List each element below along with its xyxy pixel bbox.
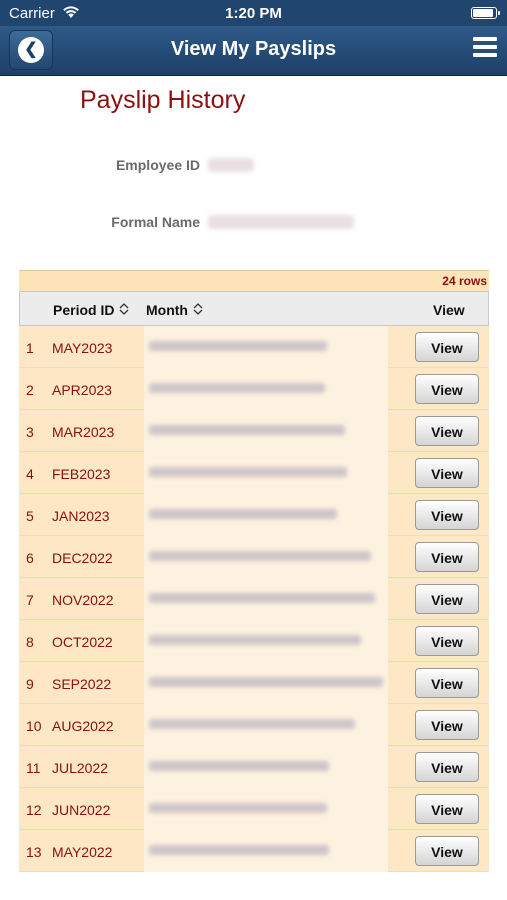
period-id-header[interactable]: Period ID xyxy=(53,302,130,318)
month-cell xyxy=(144,326,388,368)
payslip-grid: 24 rows Period ID Month View 1 MAY2023 Vie… xyxy=(19,270,489,872)
table-row: 7 NOV2022 View xyxy=(19,578,489,620)
view-button[interactable]: View xyxy=(415,332,479,362)
month-cell xyxy=(144,620,388,662)
row-number: 10 xyxy=(26,718,42,734)
period-id-cell: FEB2023 xyxy=(52,466,111,482)
status-bar: Carrier 1:20 PM xyxy=(0,0,507,26)
view-button[interactable]: View xyxy=(415,626,479,656)
battery-icon xyxy=(471,7,500,19)
grid-header: Period ID Month View xyxy=(19,291,489,326)
month-value xyxy=(149,719,355,729)
month-value xyxy=(149,635,361,645)
nav-title: View My Payslips xyxy=(170,38,337,60)
month-cell xyxy=(144,788,388,830)
month-value xyxy=(149,551,371,561)
month-value xyxy=(149,677,383,687)
table-row: 5 JAN2023 View xyxy=(19,494,489,536)
period-id-cell: JAN2023 xyxy=(52,508,110,524)
period-id-cell: APR2023 xyxy=(52,382,112,398)
row-number: 5 xyxy=(26,508,34,524)
view-button[interactable]: View xyxy=(415,500,479,530)
row-count: 24 rows xyxy=(19,270,489,291)
sort-icon xyxy=(193,303,203,315)
table-row: 4 FEB2023 View xyxy=(19,452,489,494)
row-number: 3 xyxy=(26,424,34,440)
page-title: Payslip History xyxy=(80,86,246,114)
table-row: 12 JUN2022 View xyxy=(19,788,489,830)
row-number: 2 xyxy=(26,382,34,398)
view-button[interactable]: View xyxy=(415,836,479,866)
row-number: 12 xyxy=(26,802,42,818)
employee-id-label: Employee ID xyxy=(115,157,200,173)
period-id-cell: DEC2022 xyxy=(52,550,113,566)
table-row: 10 AUG2022 View xyxy=(19,704,489,746)
period-id-cell: MAY2022 xyxy=(52,844,113,860)
table-row: 9 SEP2022 View xyxy=(19,662,489,704)
hamburger-menu-icon[interactable] xyxy=(473,37,497,61)
row-number: 13 xyxy=(26,844,42,860)
month-cell xyxy=(144,368,388,410)
view-button[interactable]: View xyxy=(415,374,479,404)
month-cell xyxy=(144,746,388,788)
table-row: 13 MAY2022 View xyxy=(19,830,489,872)
row-number: 11 xyxy=(26,760,41,776)
month-value xyxy=(149,593,375,603)
view-button[interactable]: View xyxy=(415,794,479,824)
row-number: 7 xyxy=(26,592,34,608)
formal-name-label: Formal Name xyxy=(111,214,200,230)
period-id-cell: SEP2022 xyxy=(52,676,112,692)
period-id-cell: JUN2022 xyxy=(52,802,111,818)
month-value xyxy=(149,383,325,393)
row-number: 6 xyxy=(26,550,34,566)
month-value xyxy=(149,803,327,813)
table-row: 8 OCT2022 View xyxy=(19,620,489,662)
employee-id-value xyxy=(208,158,254,172)
period-id-cell: AUG2022 xyxy=(52,718,114,734)
row-number: 8 xyxy=(26,634,34,650)
month-cell xyxy=(144,452,388,494)
table-row: 11 JUL2022 View xyxy=(19,746,489,788)
period-id-cell: OCT2022 xyxy=(52,634,113,650)
row-number: 9 xyxy=(26,676,34,692)
month-value xyxy=(149,845,329,855)
month-value xyxy=(149,425,345,435)
clock-time: 1:20 PM xyxy=(225,5,282,22)
period-id-cell: JUL2022 xyxy=(52,760,109,776)
month-cell xyxy=(144,494,388,536)
month-cell xyxy=(144,578,388,620)
view-button[interactable]: View xyxy=(415,542,479,572)
month-cell xyxy=(144,536,388,578)
grid-body: 1 MAY2023 View 2 APR2023 View 3 MAR2023 View 4 FEB… xyxy=(19,326,489,872)
table-row: 1 MAY2023 View xyxy=(19,326,489,368)
table-row: 2 APR2023 View xyxy=(19,368,489,410)
view-button[interactable]: View xyxy=(415,710,479,740)
period-id-cell: NOV2022 xyxy=(52,592,114,608)
row-number: 4 xyxy=(26,466,34,482)
formal-name-value xyxy=(208,215,354,229)
table-row: 3 MAR2023 View xyxy=(19,410,489,452)
row-number: 1 xyxy=(26,340,34,356)
view-button[interactable]: View xyxy=(415,584,479,614)
month-value xyxy=(149,467,347,477)
month-cell xyxy=(144,410,388,452)
period-id-cell: MAR2023 xyxy=(52,424,115,440)
view-header: View xyxy=(433,302,465,318)
view-button[interactable]: View xyxy=(415,458,479,488)
sort-icon xyxy=(119,303,129,315)
month-value xyxy=(149,341,327,351)
month-value xyxy=(149,509,337,519)
period-id-cell: MAY2023 xyxy=(52,340,113,356)
month-header[interactable]: Month xyxy=(146,302,204,318)
view-button[interactable]: View xyxy=(415,416,479,446)
month-value xyxy=(149,761,329,771)
table-row: 6 DEC2022 View xyxy=(19,536,489,578)
nav-bar: ❮ View My Payslips xyxy=(0,26,507,76)
month-cell xyxy=(144,662,388,704)
month-cell xyxy=(144,704,388,746)
month-cell xyxy=(144,830,388,872)
view-button[interactable]: View xyxy=(415,752,479,782)
view-button[interactable]: View xyxy=(415,668,479,698)
